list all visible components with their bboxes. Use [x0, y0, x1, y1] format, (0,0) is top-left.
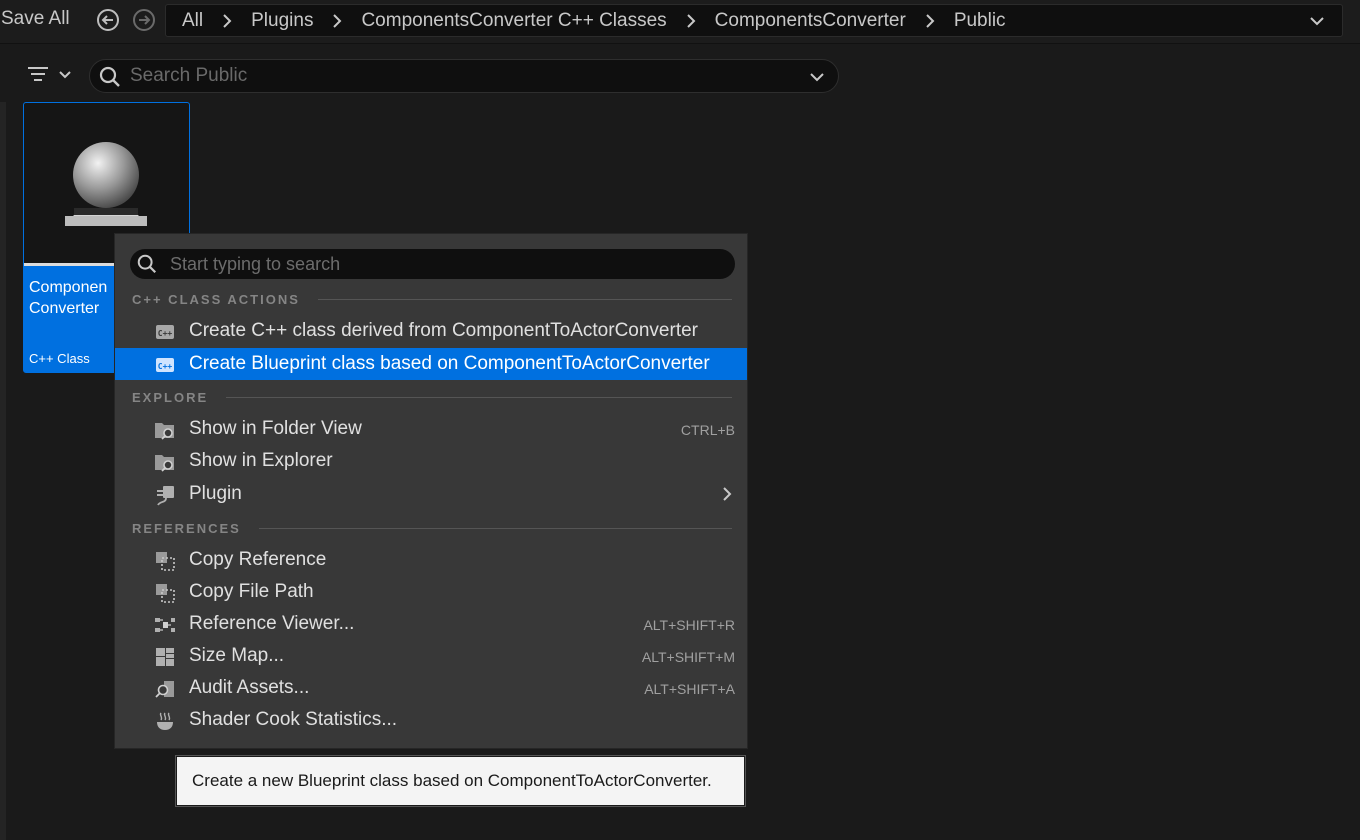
menu-search-box: [130, 249, 735, 279]
menu-item-show-in-explorer[interactable]: Show in Explorer: [115, 445, 747, 477]
section-header-cpp-class-actions: C++ CLASS ACTIONS: [132, 291, 732, 307]
breadcrumb-item-componentsconverter[interactable]: ComponentsConverter: [715, 10, 906, 32]
reference-viewer-icon: [154, 614, 176, 636]
breadcrumb: All Plugins ComponentsConverter C++ Clas…: [165, 4, 1343, 37]
chevron-down-icon[interactable]: [808, 68, 826, 86]
menu-search-input[interactable]: [170, 251, 710, 277]
menu-item-copy-file-path[interactable]: Copy File Path: [115, 576, 747, 608]
asset-name: Componen Converter: [29, 279, 108, 317]
back-arrow-icon[interactable]: [96, 8, 120, 32]
forward-arrow-icon[interactable]: [132, 8, 156, 32]
menu-item-size-map[interactable]: Size Map... ALT+SHIFT+M: [115, 640, 747, 672]
tooltip: Create a new Blueprint class based on Co…: [176, 756, 745, 806]
filter-icon[interactable]: [26, 64, 76, 86]
cpp-class-icon: C++: [154, 321, 176, 343]
folder-search-icon: [154, 419, 176, 441]
asset-type-label: C++ Class: [29, 351, 90, 366]
context-menu: C++ CLASS ACTIONS C++ Create C++ class d…: [114, 233, 748, 749]
chevron-right-icon[interactable]: [667, 11, 715, 31]
section-header-references: REFERENCES: [132, 520, 732, 536]
svg-text:C++: C++: [158, 362, 173, 371]
menu-item-shader-cook-statistics[interactable]: Shader Cook Statistics...: [115, 704, 747, 736]
copy-reference-icon: [154, 550, 176, 572]
menu-item-create-blueprint-class[interactable]: C++ Create Blueprint class based on Comp…: [115, 348, 747, 380]
plugin-icon: [154, 484, 176, 506]
search-input[interactable]: [130, 63, 790, 89]
svg-text:C++: C++: [158, 329, 173, 338]
copy-file-path-icon: [154, 582, 176, 604]
search-icon: [98, 65, 122, 89]
menu-item-show-in-folder-view[interactable]: Show in Folder View CTRL+B: [115, 413, 747, 445]
menu-item-create-cpp-class[interactable]: C++ Create C++ class derived from Compon…: [115, 315, 747, 347]
chevron-down-icon[interactable]: [1308, 12, 1326, 30]
breadcrumb-item-all[interactable]: All: [182, 10, 203, 32]
folder-search-icon: [154, 451, 176, 473]
shader-cook-icon: [154, 710, 176, 732]
chevron-right-icon[interactable]: [906, 11, 954, 31]
menu-item-plugin[interactable]: Plugin: [115, 478, 747, 510]
menu-item-copy-reference[interactable]: Copy Reference: [115, 544, 747, 576]
menu-item-reference-viewer[interactable]: Reference Viewer... ALT+SHIFT+R: [115, 608, 747, 640]
filter-bar: [0, 48, 1360, 100]
search-box: [89, 59, 839, 93]
audit-assets-icon: [154, 678, 176, 700]
size-map-icon: [154, 646, 176, 668]
breadcrumb-item-plugins[interactable]: Plugins: [251, 10, 313, 32]
menu-item-audit-assets[interactable]: Audit Assets... ALT+SHIFT+A: [115, 672, 747, 704]
save-all-button[interactable]: Save All: [1, 8, 70, 30]
chevron-right-icon[interactable]: [203, 11, 251, 31]
search-icon: [136, 253, 158, 275]
section-header-explore: EXPLORE: [132, 389, 732, 405]
chevron-right-icon[interactable]: [313, 11, 361, 31]
cpp-class-icon: C++: [154, 354, 176, 376]
chevron-right-icon: [719, 486, 735, 502]
breadcrumb-item-cpp-classes[interactable]: ComponentsConverter C++ Classes: [361, 10, 666, 32]
top-toolbar: Save All All Plugins ComponentsConverter…: [0, 0, 1360, 44]
breadcrumb-item-public[interactable]: Public: [954, 10, 1006, 32]
